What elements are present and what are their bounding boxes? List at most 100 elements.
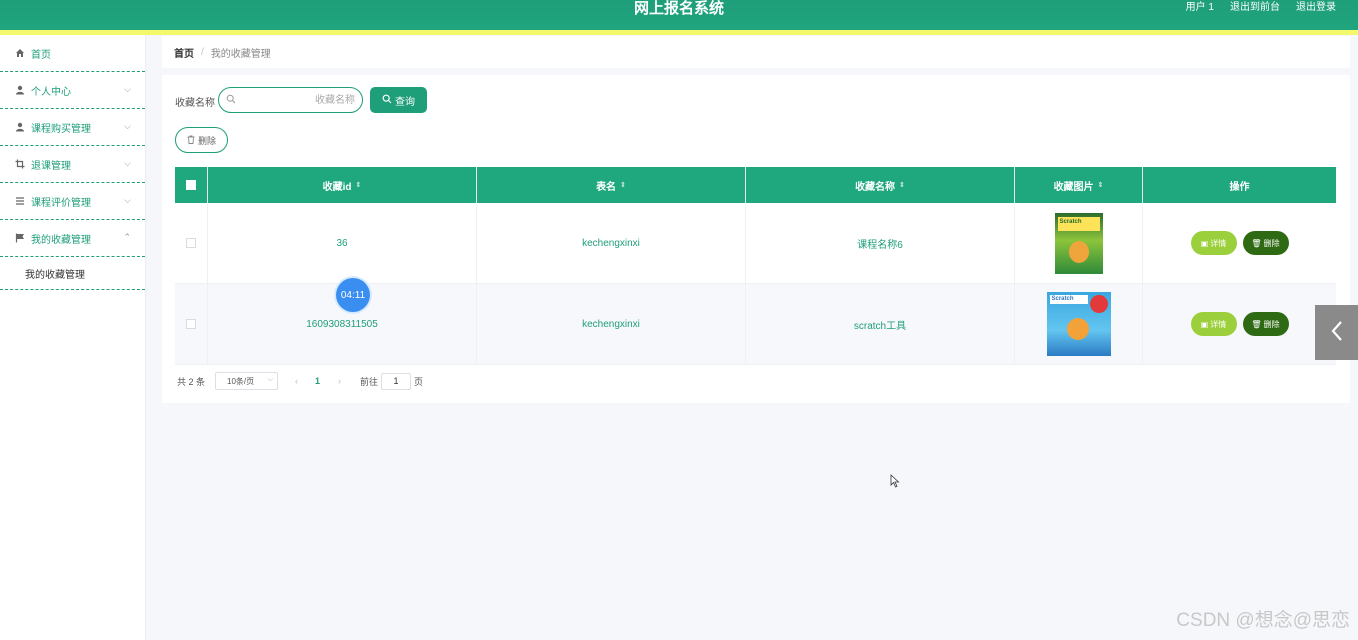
batch-delete-label: 删除 <box>197 135 216 146</box>
sort-icon[interactable]: ⇕ <box>620 182 626 189</box>
query-button-label: 查询 <box>395 96 415 108</box>
header-cell-image[interactable]: 收藏图片 ⇕ <box>1015 167 1143 203</box>
user-icon <box>14 84 26 96</box>
sidebar-item-refund[interactable]: 退课管理 ⌵ <box>0 146 145 183</box>
breadcrumb-current: 我的收藏管理 <box>210 48 271 60</box>
cell-actions: ▣ 详情 🗑 删除 <box>1143 284 1336 364</box>
search-input[interactable] <box>243 91 355 109</box>
sidebar-item-label: 退课管理 <box>31 160 71 172</box>
detail-icon: ▣ <box>1200 319 1209 329</box>
breadcrumb: 首页 / 我的收藏管理 <box>162 36 1350 68</box>
sort-icon[interactable]: ⇕ <box>356 182 362 189</box>
logout-link[interactable]: 退出登录 <box>1296 0 1336 16</box>
sidebar: 首页 个人中心 ⌵ 课程购买管理 ⌵ 退课管理 ⌵ 课程评价管理 ⌵ 我的收藏管… <box>0 35 146 640</box>
sidebar-item-label: 课程购买管理 <box>31 123 91 135</box>
frontend-link[interactable]: 退出到前台 <box>1230 0 1280 16</box>
chevron-down-icon: ⌵ <box>267 376 274 383</box>
header-cell-actions: 操作 <box>1143 167 1336 203</box>
page-size-select[interactable]: 10条/页 ⌵ <box>215 372 279 390</box>
detail-icon: ▣ <box>1200 238 1209 248</box>
delete-label: 删除 <box>1263 319 1280 329</box>
column-header: 操作 <box>1229 181 1250 193</box>
header-cell-id[interactable]: 收藏id ⇕ <box>208 167 477 203</box>
row-checkbox[interactable] <box>186 238 196 248</box>
cell-actions: ▣ 详情 🗑 删除 <box>1143 203 1336 283</box>
sidebar-item-review[interactable]: 课程评价管理 ⌵ <box>0 183 145 220</box>
row-checkbox[interactable] <box>186 319 196 329</box>
list-icon <box>14 195 26 207</box>
recording-timer: 04:11 <box>336 278 370 312</box>
goto-label: 前往 <box>360 376 379 387</box>
query-button[interactable]: 查询 <box>370 87 427 113</box>
search-label: 收藏名称 <box>175 98 215 109</box>
goto-page-input[interactable] <box>381 372 412 390</box>
pagination-total: 共 2 条 <box>177 376 206 387</box>
submenu-item-favorites[interactable]: 我的收藏管理 <box>0 257 145 290</box>
sort-icon[interactable]: ⇕ <box>899 182 905 189</box>
pagination: 共 2 条 10条/页 ⌵ ‹ 1 › 前往 页 <box>177 371 423 391</box>
sidebar-item-label: 首页 <box>31 49 51 61</box>
prev-page-button[interactable]: ‹ <box>295 376 298 386</box>
delete-button[interactable]: 🗑 删除 <box>1242 231 1289 255</box>
page-number[interactable]: 1 <box>315 376 320 386</box>
top-header: 网上报名系统 用户 1 退出到前台 退出登录 <box>0 0 1358 30</box>
crop-icon <box>14 158 26 170</box>
home-icon <box>14 47 26 59</box>
column-header: 表名 <box>596 181 617 193</box>
delete-button[interactable]: 🗑 删除 <box>1242 312 1289 336</box>
page-size-value: 10条/页 <box>227 376 255 386</box>
search-field[interactable] <box>218 87 363 113</box>
trash-icon: 🗑 <box>1251 319 1262 329</box>
chevron-down-icon: ⌵ <box>124 121 131 131</box>
user-icon <box>14 121 26 133</box>
detail-button[interactable]: ▣ 详情 <box>1190 231 1237 255</box>
detail-button[interactable]: ▣ 详情 <box>1190 312 1237 336</box>
page-suffix: 页 <box>414 376 424 387</box>
cell-image: Scratch <box>1015 203 1143 283</box>
cell-table: kechengxinxi <box>477 203 746 283</box>
header-links: 用户 1 退出到前台 退出登录 <box>1186 0 1336 16</box>
favorite-thumbnail[interactable]: Scratch <box>1054 212 1103 274</box>
batch-delete-button[interactable]: 删除 <box>175 127 228 153</box>
delete-label: 删除 <box>1263 238 1280 248</box>
table-header: 收藏id ⇕ 表名 ⇕ 收藏名称 ⇕ 收藏图片 ⇕ 操作 <box>175 167 1336 203</box>
chevron-down-icon: ⌵ <box>124 84 131 94</box>
mouse-cursor-icon <box>890 474 900 491</box>
search-icon <box>382 94 392 107</box>
cell-name: scratch工具 <box>746 284 1015 364</box>
chevron-down-icon: ⌵ <box>124 195 131 205</box>
header-accent-bar <box>0 30 1358 35</box>
cell-id: 36 <box>208 203 477 283</box>
trash-icon <box>187 135 195 146</box>
main-panel: 收藏名称 查询 删除 收藏id⇕ 表名⇕ 收藏名称⇕ 收藏图片⇕ 操作 36 k… <box>162 75 1350 403</box>
thumbnail-text: Scratch <box>1059 218 1082 225</box>
sidebar-item-personal[interactable]: 个人中心 ⌵ <box>0 72 145 109</box>
row-select-cell <box>175 284 208 364</box>
column-header: 收藏名称 <box>855 181 896 193</box>
favorite-thumbnail[interactable]: Scratch <box>1046 292 1111 356</box>
header-cell-table[interactable]: 表名 ⇕ <box>477 167 746 203</box>
table-row: 36 kechengxinxi 课程名称6 Scratch ▣ 详情 🗑 删除 <box>175 203 1336 284</box>
sidebar-item-label: 课程评价管理 <box>31 197 91 209</box>
detail-label: 详情 <box>1210 319 1227 329</box>
header-cell-select <box>175 167 208 203</box>
sidebar-item-favorites[interactable]: 我的收藏管理 ⌃ <box>0 220 145 257</box>
sidebar-item-home[interactable]: 首页 <box>0 35 145 72</box>
column-header: 收藏id <box>322 181 352 193</box>
sort-icon[interactable]: ⇕ <box>1098 182 1104 189</box>
flag-icon <box>14 232 26 244</box>
watermark: CSDN @想念@思恋 <box>1176 610 1350 631</box>
detail-label: 详情 <box>1210 238 1227 248</box>
row-select-cell <box>175 203 208 283</box>
header-cell-name[interactable]: 收藏名称 ⇕ <box>746 167 1015 203</box>
trash-icon: 🗑 <box>1251 238 1262 248</box>
breadcrumb-home[interactable]: 首页 <box>174 45 194 60</box>
collapse-panel-button[interactable] <box>1315 305 1358 360</box>
chevron-up-icon: ⌃ <box>123 232 131 242</box>
sidebar-item-purchase[interactable]: 课程购买管理 ⌵ <box>0 109 145 146</box>
select-all-checkbox[interactable] <box>186 180 196 190</box>
cell-image: Scratch <box>1015 284 1143 364</box>
column-header: 收藏图片 <box>1053 181 1094 193</box>
search-icon <box>226 94 236 107</box>
next-page-button[interactable]: › <box>338 376 341 386</box>
